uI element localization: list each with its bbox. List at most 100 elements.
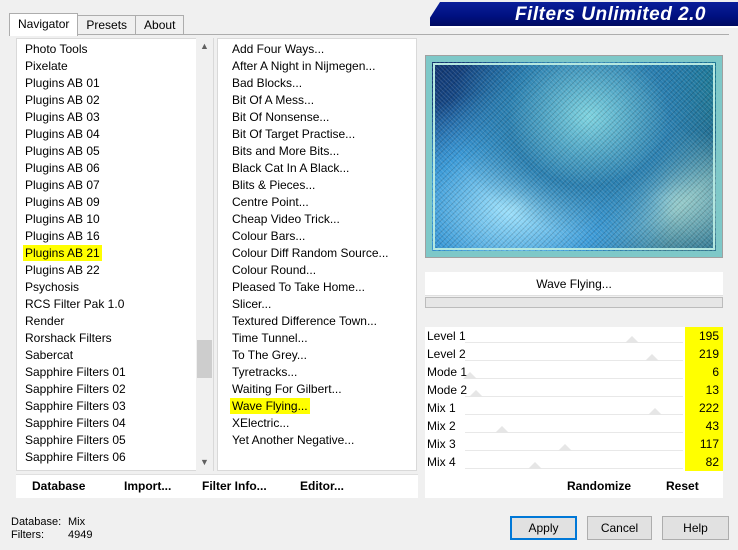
import-button[interactable]: Import... (124, 479, 171, 493)
category-item[interactable]: Plugins AB 16 (17, 228, 197, 245)
category-item[interactable]: Photo Tools (17, 41, 197, 58)
randomize-button[interactable]: Randomize (567, 479, 631, 493)
category-item[interactable]: Plugins AB 07 (17, 177, 197, 194)
category-item[interactable]: Plugins AB 01 (17, 75, 197, 92)
filter-item[interactable]: Colour Diff Random Source... (218, 245, 398, 262)
filter-item[interactable]: Colour Round... (218, 262, 398, 279)
slider-track[interactable] (465, 468, 683, 469)
filter-item[interactable]: Colour Bars... (218, 228, 398, 245)
category-item-label: Plugins AB 07 (25, 178, 100, 192)
category-item-label: Plugins AB 02 (25, 93, 100, 107)
progress-bar (425, 297, 723, 308)
reset-button[interactable]: Reset (666, 479, 699, 493)
cancel-button[interactable]: Cancel (587, 516, 652, 540)
filter-item[interactable]: Add Four Ways... (218, 41, 398, 58)
filter-item[interactable]: Yet Another Negative... (218, 432, 398, 449)
slider-value: 82 (685, 453, 723, 471)
slider-thumb[interactable] (645, 354, 660, 361)
category-item[interactable]: Sabercat (17, 347, 197, 364)
slider-row[interactable]: Mode 1 6 (425, 363, 723, 381)
slider-thumb[interactable] (494, 426, 509, 433)
filter-item[interactable]: Bit Of Target Practise... (218, 126, 398, 143)
database-button[interactable]: Database (32, 479, 85, 493)
filter-item[interactable]: Pleased To Take Home... (218, 279, 398, 296)
slider-row[interactable]: Mix 4 82 (425, 453, 723, 471)
category-item[interactable]: Plugins AB 05 (17, 143, 197, 160)
filter-item[interactable]: Tyretracks... (218, 364, 398, 381)
filter-item[interactable]: Slicer... (218, 296, 398, 313)
slider-thumb[interactable] (624, 336, 639, 343)
category-item-label: Plugins AB 03 (25, 110, 100, 124)
scroll-up-icon[interactable]: ▲ (196, 38, 213, 55)
filter-item[interactable]: Time Tunnel... (218, 330, 398, 347)
category-item[interactable]: Plugins AB 06 (17, 160, 197, 177)
filter-item[interactable]: After A Night in Nijmegen... (218, 58, 398, 75)
category-item[interactable]: Sapphire Filters 02 (17, 381, 197, 398)
slider-thumb[interactable] (647, 408, 662, 415)
category-item[interactable]: Plugins AB 21 (17, 245, 197, 262)
category-item[interactable]: Sapphire Filters 05 (17, 432, 197, 449)
filter-item[interactable]: Centre Point... (218, 194, 398, 211)
filter-item-label: Colour Diff Random Source... (232, 246, 389, 260)
slider-track[interactable] (465, 450, 683, 451)
category-item-label: Plugins AB 04 (25, 127, 100, 141)
category-list[interactable]: Photo Tools Pixelate Plugins AB 01 Plugins … (16, 38, 214, 471)
editor-button[interactable]: Editor... (300, 479, 344, 493)
filter-item[interactable]: Waiting For Gilbert... (218, 381, 398, 398)
filter-info-button[interactable]: Filter Info... (202, 479, 267, 493)
filter-list[interactable]: Add Four Ways... After A Night in Nijmege… (217, 38, 417, 471)
filter-item[interactable]: Blits & Pieces... (218, 177, 398, 194)
apply-button[interactable]: Apply (510, 516, 577, 540)
tab-navigator[interactable]: Navigator (9, 13, 79, 36)
category-item[interactable]: Plugins AB 04 (17, 126, 197, 143)
category-item[interactable]: Sapphire Filters 06 (17, 449, 197, 466)
filter-item[interactable]: Black Cat In A Black... (218, 160, 398, 177)
status-database: Database: Mix (11, 516, 86, 528)
slider-row[interactable]: Mode 2 13 (425, 381, 723, 399)
filter-item[interactable]: Bad Blocks... (218, 75, 398, 92)
slider-value: 117 (685, 435, 723, 453)
scroll-down-icon[interactable]: ▼ (196, 454, 213, 471)
category-scrollbar[interactable]: ▲ ▼ (196, 38, 213, 471)
filter-item[interactable]: Bit Of A Mess... (218, 92, 398, 109)
filter-item-label: Add Four Ways... (232, 42, 325, 56)
filter-item[interactable]: XElectric... (218, 415, 398, 432)
filter-item[interactable]: Bits and More Bits... (218, 143, 398, 160)
slider-track[interactable] (465, 396, 683, 397)
category-item-label: Sapphire Filters 03 (25, 399, 126, 413)
slider-row[interactable]: Mix 3 117 (425, 435, 723, 453)
category-item[interactable]: Sapphire Filters 04 (17, 415, 197, 432)
slider-row[interactable]: Mix 2 43 (425, 417, 723, 435)
category-item[interactable]: Rorshack Filters (17, 330, 197, 347)
filter-item[interactable]: Bit Of Nonsense... (218, 109, 398, 126)
category-item[interactable]: Pixelate (17, 58, 197, 75)
tab-presets[interactable]: Presets (77, 15, 137, 35)
slider-row[interactable]: Mix 1 222 (425, 399, 723, 417)
scroll-thumb[interactable] (197, 340, 212, 378)
category-item[interactable]: Plugins AB 22 (17, 262, 197, 279)
category-item[interactable]: Plugins AB 02 (17, 92, 197, 109)
category-item[interactable]: Sapphire Filters 01 (17, 364, 197, 381)
filter-item-label: Colour Round... (232, 263, 317, 277)
category-item[interactable]: Plugins AB 10 (17, 211, 197, 228)
slider-thumb[interactable] (528, 462, 543, 469)
slider-row[interactable]: Level 2 219 (425, 345, 723, 363)
slider-row[interactable]: Level 1 195 (425, 327, 723, 345)
slider-track[interactable] (465, 378, 683, 379)
slider-track[interactable] (465, 342, 683, 343)
tab-about[interactable]: About (135, 15, 185, 35)
filter-item[interactable]: Textured Difference Town... (218, 313, 398, 330)
category-item[interactable]: RCS Filter Pak 1.0 (17, 296, 197, 313)
slider-thumb[interactable] (469, 390, 484, 397)
category-item[interactable]: Sapphire Filters 03 (17, 398, 197, 415)
slider-thumb[interactable] (558, 444, 573, 451)
category-item[interactable]: Plugins AB 03 (17, 109, 197, 126)
help-button[interactable]: Help (662, 516, 729, 540)
filter-item[interactable]: To The Grey... (218, 347, 398, 364)
filter-item[interactable]: Wave Flying... (218, 398, 398, 415)
category-item[interactable]: Render (17, 313, 197, 330)
category-item[interactable]: Plugins AB 09 (17, 194, 197, 211)
slider-thumb[interactable] (463, 372, 478, 379)
filter-item[interactable]: Cheap Video Trick... (218, 211, 398, 228)
category-item[interactable]: Psychosis (17, 279, 197, 296)
